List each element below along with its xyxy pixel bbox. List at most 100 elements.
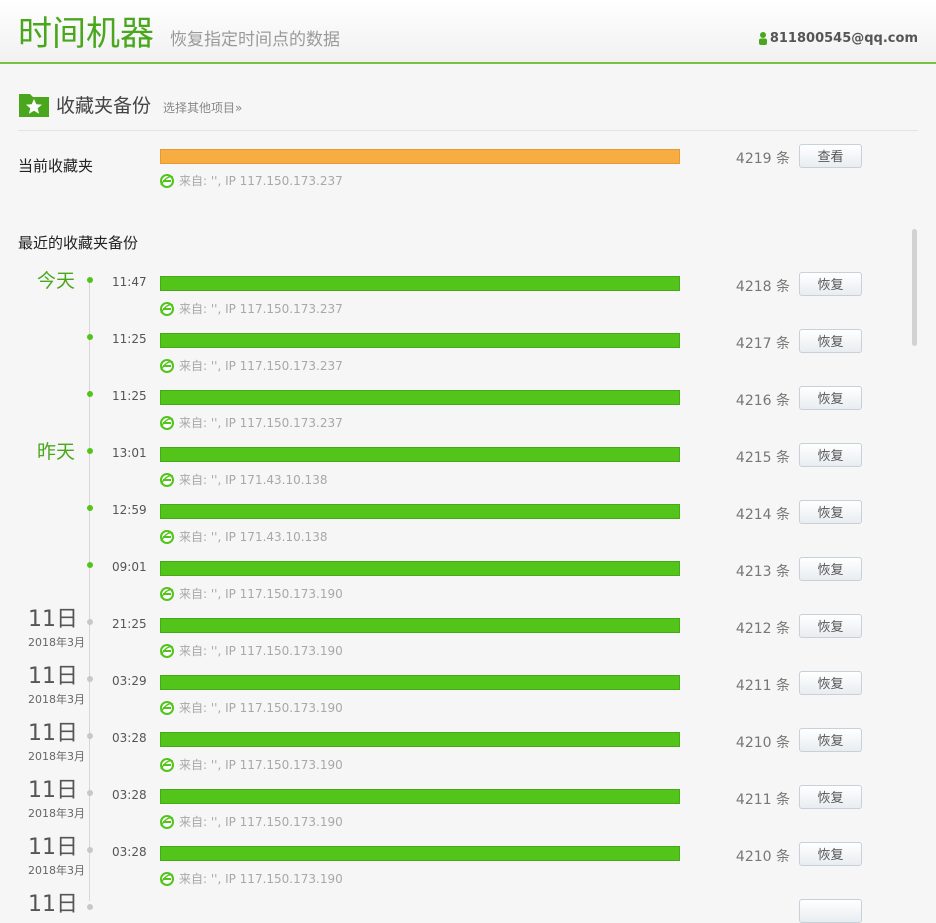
backup-count: 4218 条 [735, 279, 790, 295]
backup-bar [160, 618, 680, 633]
date-day: 11日 [28, 721, 78, 746]
backup-bar [160, 846, 680, 861]
backup-count: 4216 条 [735, 393, 790, 409]
restore-button[interactable]: 恢复 [799, 386, 862, 410]
restore-button[interactable]: 恢复 [799, 785, 862, 809]
app-subtitle: 恢复指定时间点的数据 [170, 30, 340, 50]
backup-time: 12:59 [112, 503, 147, 517]
date-month: 2018年3月 [28, 750, 85, 763]
backup-time: 03:28 [112, 788, 147, 802]
source-text: 来自: '', IP 117.150.173.237 [179, 359, 343, 373]
section-title: 收藏夹备份 [56, 95, 152, 117]
backup-source: 来自: '', IP 117.150.173.190 [160, 870, 343, 887]
scrollbar[interactable] [912, 229, 917, 346]
source-text: 来自: '', IP 117.150.173.190 [179, 872, 343, 886]
app-title: 时间机器 [18, 14, 154, 54]
ie-browser-icon [160, 358, 174, 373]
choose-project-link[interactable]: 选择其他项目» [163, 98, 242, 118]
timeline-dot [87, 391, 93, 397]
timeline-dot [87, 448, 93, 454]
backup-time: 11:47 [112, 275, 147, 289]
source-text: 来自: '', IP 117.150.173.190 [179, 758, 343, 772]
source-text: 来自: '', IP 117.150.173.190 [179, 701, 343, 715]
current-favorites-bar [160, 149, 680, 164]
backup-source: 来自: '', IP 117.150.173.237 [160, 300, 343, 317]
date-day: 11日 [28, 835, 78, 860]
recent-backups-label: 最近的收藏夹备份 [18, 234, 139, 252]
header: 时间机器 恢复指定时间点的数据 811800545@qq.com [0, 0, 936, 64]
source-text: 来自: '', IP 117.150.173.190 [179, 644, 343, 658]
backup-count: 4212 条 [735, 621, 790, 637]
date-month: 2018年3月 [28, 807, 85, 820]
restore-button[interactable]: 恢复 [799, 557, 862, 581]
backup-bar [160, 789, 680, 804]
ie-browser-icon [160, 173, 174, 188]
current-count: 4219 条 [735, 151, 790, 167]
timeline-dot [87, 790, 93, 796]
ie-browser-icon [160, 472, 174, 487]
source-text: 来自: '', IP 171.43.10.138 [179, 473, 328, 487]
backup-source: 来自: '', IP 117.150.173.190 [160, 642, 343, 659]
user-account[interactable]: 811800545@qq.com [758, 31, 918, 46]
ie-browser-icon [160, 301, 174, 316]
restore-button[interactable]: 恢复 [799, 329, 862, 353]
backup-source: 来自: '', IP 117.150.173.237 [160, 357, 343, 374]
backup-count: 4217 条 [735, 336, 790, 352]
backup-count: 4214 条 [735, 507, 790, 523]
restore-button[interactable]: 恢复 [799, 443, 862, 467]
timeline-dot [87, 505, 93, 511]
timeline-dot [87, 277, 93, 283]
divider [18, 130, 918, 131]
user-email: 811800545@qq.com [769, 31, 918, 46]
restore-button[interactable] [799, 899, 862, 923]
date-day: 11日 [28, 607, 78, 632]
current-favorites-label: 当前收藏夹 [18, 157, 94, 175]
backup-source: 来自: '', IP 117.150.173.237 [160, 414, 343, 431]
user-icon [758, 32, 767, 45]
backup-count: 4213 条 [735, 564, 790, 580]
timeline-dot [87, 733, 93, 739]
ie-browser-icon [160, 757, 174, 772]
backup-time: 11:25 [112, 389, 147, 403]
ie-browser-icon [160, 700, 174, 715]
backup-count: 4215 条 [735, 450, 790, 466]
backup-time: 11:25 [112, 332, 147, 346]
restore-button[interactable]: 恢复 [799, 500, 862, 524]
ie-browser-icon [160, 871, 174, 886]
backup-bar [160, 675, 680, 690]
backup-bar [160, 732, 680, 747]
day-label: 今天 [36, 270, 75, 292]
backup-time: 21:25 [112, 617, 147, 631]
date-month: 2018年3月 [28, 636, 85, 649]
source-text: 来自: '', IP 117.150.173.237 [179, 416, 343, 430]
restore-button[interactable]: 恢复 [799, 614, 862, 638]
day-label: 昨天 [36, 441, 75, 463]
timeline-line [89, 280, 90, 901]
timeline-dot [87, 904, 93, 910]
backup-source: 来自: '', IP 171.43.10.138 [160, 471, 327, 488]
restore-button[interactable]: 恢复 [799, 842, 862, 866]
current-source: 来自: '', IP 117.150.173.237 [160, 172, 343, 189]
backup-source: 来自: '', IP 117.150.173.190 [160, 813, 343, 830]
restore-button[interactable]: 恢复 [799, 272, 862, 296]
backup-time: 03:28 [112, 731, 147, 745]
backup-source: 来自: '', IP 171.43.10.138 [160, 528, 327, 545]
favorites-folder-icon [19, 94, 49, 117]
backup-source: 来自: '', IP 117.150.173.190 [160, 756, 343, 773]
source-text: 来自: '', IP 117.150.173.190 [179, 587, 343, 601]
view-button[interactable]: 查看 [799, 144, 862, 168]
date-month: 2018年3月 [28, 864, 85, 877]
backup-count: 4211 条 [735, 678, 790, 694]
backup-bar [160, 390, 680, 405]
backup-source: 来自: '', IP 117.150.173.190 [160, 585, 343, 602]
backup-bar [160, 276, 680, 291]
timeline-dot [87, 847, 93, 853]
section-header: 收藏夹备份 选择其他项目» [18, 92, 242, 118]
date-day: 11日 [28, 778, 78, 803]
restore-button[interactable]: 恢复 [799, 728, 862, 752]
source-text: 来自: '', IP 117.150.173.237 [179, 302, 343, 316]
restore-button[interactable]: 恢复 [799, 671, 862, 695]
ie-browser-icon [160, 529, 174, 544]
source-text: 来自: '', IP 171.43.10.138 [179, 530, 328, 544]
date-day: 11日 [28, 892, 78, 917]
